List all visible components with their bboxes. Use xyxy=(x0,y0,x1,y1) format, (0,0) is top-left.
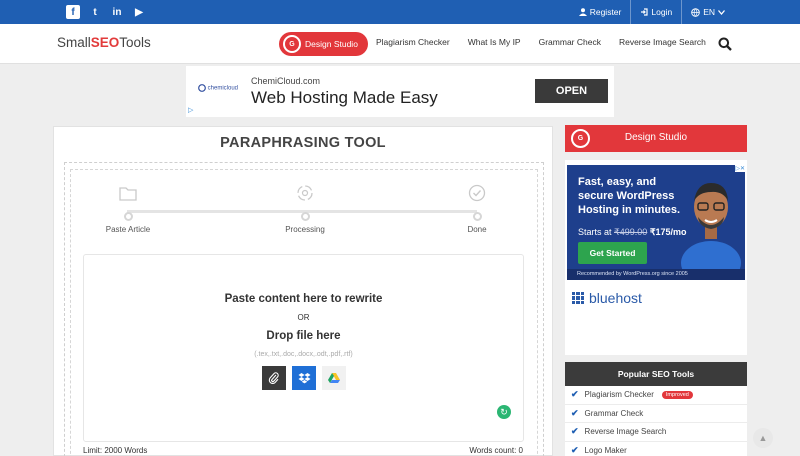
ad-brand: chemicloud xyxy=(207,85,239,92)
site-logo[interactable]: SmallSEOTools xyxy=(57,35,151,50)
tool-label: Logo Maker xyxy=(584,445,627,455)
search-icon[interactable] xyxy=(718,37,732,51)
paraphrasing-panel: PARAPHRASING TOOL Paste Article Processi… xyxy=(53,126,553,456)
top-bar: f t in ▶ Register Login EN xyxy=(0,0,800,24)
logo-text-small: Small xyxy=(57,35,91,50)
design-studio-button[interactable]: G Design Studio xyxy=(279,32,368,56)
processing-icon xyxy=(297,185,313,201)
paste-prompt: Paste content here to rewrite xyxy=(224,293,383,305)
dropbox-icon xyxy=(298,373,310,384)
google-drive-icon xyxy=(328,373,340,383)
sidebar-ad[interactable]: Fast, easy, and secure WordPress Hosting… xyxy=(565,160,747,355)
main-nav: SmallSEOTools G Design Studio Plagiarism… xyxy=(0,24,800,64)
check-icon: ✔ xyxy=(571,407,579,418)
logo-text-seo: SEO xyxy=(90,35,120,50)
login-label: Login xyxy=(651,7,673,17)
nav-links: Plagiarism Checker What Is My IP Grammar… xyxy=(376,37,706,47)
adchoices-icon[interactable]: ▷✕ xyxy=(735,165,745,172)
social-links: f t in ▶ xyxy=(66,5,146,19)
or-separator: OR xyxy=(297,313,310,322)
refresh-icon[interactable]: ↻ xyxy=(497,405,511,419)
list-item[interactable]: ✔ Logo Maker xyxy=(565,442,747,456)
ad-recommended-note: Recommended by WordPress.org since 2005 xyxy=(567,269,745,280)
sidebar-design-studio-label: Design Studio xyxy=(624,132,688,143)
twitter-icon[interactable]: t xyxy=(88,5,102,19)
nav-link-plagiarism-checker[interactable]: Plagiarism Checker xyxy=(376,37,450,47)
list-item[interactable]: ✔ Plagiarism Checker Improved xyxy=(565,386,747,405)
ad-price: Starts at ₹499.00 ₹175/mo xyxy=(578,227,687,238)
person-photo xyxy=(681,183,741,269)
step-dot xyxy=(123,212,133,221)
ad-brand: bluehost xyxy=(589,290,642,306)
top-ad-banner[interactable]: chemicloud ChemiCloud.com Web Hosting Ma… xyxy=(186,66,614,117)
check-icon: ✔ xyxy=(571,426,579,437)
sidebar-design-studio-banner[interactable]: G Design Studio xyxy=(565,125,747,152)
design-studio-label: Design Studio xyxy=(305,39,358,49)
logo-text-tools: Tools xyxy=(119,35,151,50)
ad-open-button[interactable]: OPEN xyxy=(535,79,608,103)
step-done: Done xyxy=(437,183,517,234)
popular-tools-heading: Popular SEO Tools xyxy=(565,362,747,386)
step-label: Done xyxy=(467,225,487,234)
supported-formats: (.tex,.txt,.doc,.docx,.odt,.pdf,.rtf) xyxy=(254,351,353,358)
paperclip-icon xyxy=(268,372,279,384)
check-icon: ✔ xyxy=(571,389,579,400)
register-label: Register xyxy=(589,7,622,17)
login-icon xyxy=(641,8,648,16)
drop-prompt: Drop file here xyxy=(266,330,341,342)
google-drive-upload-button[interactable] xyxy=(322,366,346,390)
old-price: ₹499.00 xyxy=(614,227,648,237)
check-icon: ✔ xyxy=(571,444,579,455)
adchoices-icon[interactable]: ▷ xyxy=(188,106,193,114)
scroll-to-top-icon[interactable]: ▲ xyxy=(753,428,773,448)
cloud-icon xyxy=(198,84,206,92)
nav-link-grammar-check[interactable]: Grammar Check xyxy=(539,37,601,47)
linkedin-icon[interactable]: in xyxy=(110,5,124,19)
chevron-down-icon xyxy=(718,9,725,15)
bluehost-ad-creative: Fast, easy, and secure WordPress Hosting… xyxy=(567,165,745,280)
design-studio-logo-icon: G xyxy=(283,35,301,53)
page-title: PARAPHRASING TOOL xyxy=(220,135,386,151)
popular-seo-tools: Popular SEO Tools ✔ Plagiarism Checker I… xyxy=(565,362,747,456)
step-dot xyxy=(300,212,310,221)
dropbox-upload-button[interactable] xyxy=(292,366,316,390)
account-menu: Register Login EN xyxy=(570,0,734,24)
login-link[interactable]: Login xyxy=(631,0,681,24)
language-selector[interactable]: EN xyxy=(682,0,734,24)
user-icon xyxy=(578,8,587,16)
get-started-button[interactable]: Get Started xyxy=(578,242,647,264)
word-limit: Limit: 2000 Words xyxy=(83,446,148,455)
check-circle-icon xyxy=(468,184,486,202)
text-input-dropzone[interactable]: Paste content here to rewrite OR Drop fi… xyxy=(83,254,524,442)
ad-domain: ChemiCloud.com xyxy=(251,76,321,86)
youtube-icon[interactable]: ▶ xyxy=(132,5,146,19)
bluehost-logo: bluehost xyxy=(572,290,642,306)
tool-label: Grammar Check xyxy=(584,408,644,418)
list-item[interactable]: ✔ Grammar Check xyxy=(565,405,747,423)
step-dot xyxy=(472,212,482,221)
ad-text: Fast, easy, and secure WordPress Hosting… xyxy=(578,176,681,216)
folder-icon xyxy=(119,187,137,201)
tool-label: Reverse Image Search xyxy=(584,427,667,437)
register-link[interactable]: Register xyxy=(570,0,631,24)
step-label: Processing xyxy=(285,225,325,234)
word-count: Words count: 0 xyxy=(469,446,523,455)
step-paste-article: Paste Article xyxy=(88,183,168,234)
upload-file-button[interactable] xyxy=(262,366,286,390)
list-item[interactable]: ✔ Reverse Image Search xyxy=(565,423,747,442)
chemicloud-logo: chemicloud xyxy=(198,84,238,92)
price-prefix: Starts at xyxy=(578,227,612,237)
bluehost-grid-icon xyxy=(572,292,584,304)
language-label: EN xyxy=(703,7,715,17)
facebook-icon[interactable]: f xyxy=(66,5,80,19)
globe-icon xyxy=(691,7,700,17)
nav-link-what-is-my-ip[interactable]: What Is My IP xyxy=(468,37,521,47)
nav-link-reverse-image-search[interactable]: Reverse Image Search xyxy=(619,37,706,47)
ad-headline: Web Hosting Made Easy xyxy=(251,88,438,107)
step-label: Paste Article xyxy=(105,225,151,234)
tool-label: Plagiarism Checker xyxy=(584,390,654,400)
improved-badge: Improved xyxy=(661,390,693,399)
step-processing: Processing xyxy=(265,183,345,234)
